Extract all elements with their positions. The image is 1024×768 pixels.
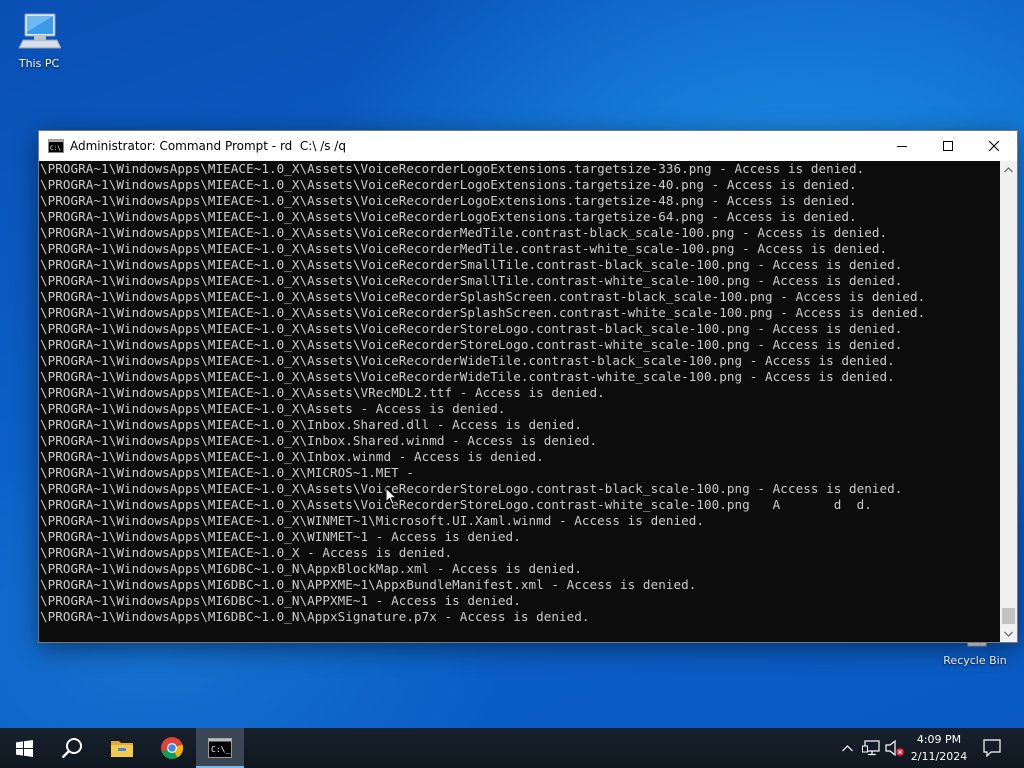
chrome-icon (161, 737, 184, 759)
console-line: \PROGRA~1\WindowsApps\MIEACE~1.0_X\WINME… (40, 529, 521, 544)
console-line: \PROGRA~1\WindowsApps\MIEACE~1.0_X\Asset… (40, 305, 926, 320)
desktop-icon-this-pc[interactable]: This PC (1, 10, 77, 70)
network-icon (862, 740, 880, 756)
minimize-icon (897, 146, 907, 147)
scroll-thumb[interactable] (1002, 608, 1015, 624)
chevron-down-icon (1004, 631, 1013, 637)
network-button[interactable] (860, 728, 882, 768)
command-prompt-taskbar-button[interactable]: C:\_ (196, 728, 244, 768)
taskbar: C:\_ 4:09 PM 2/11/2024 (0, 728, 1024, 768)
console-line: \PROGRA~1\WindowsApps\MIEACE~1.0_X\Asset… (40, 321, 903, 336)
console-line: \PROGRA~1\WindowsApps\MIEACE~1.0_X\Asset… (40, 177, 857, 192)
minimize-button[interactable] (879, 131, 925, 161)
search-icon (61, 738, 82, 759)
desktop-icon-label: Recycle Bin (943, 654, 1007, 667)
chevron-up-icon (841, 744, 853, 751)
console-line: \PROGRA~1\WindowsApps\MIEACE~1.0_X\Asset… (40, 369, 895, 384)
console-line: \PROGRA~1\WindowsApps\MIEACE~1.0_X\Asset… (40, 481, 903, 496)
console-line: \PROGRA~1\WindowsApps\MIEACE~1.0_X\WINME… (40, 513, 704, 528)
console-line: \PROGRA~1\WindowsApps\MIEACE~1.0_X\Asset… (40, 385, 605, 400)
search-button[interactable] (48, 728, 96, 768)
console-line: \PROGRA~1\WindowsApps\MIEACE~1.0_X\Asset… (40, 273, 903, 288)
close-icon (989, 141, 999, 151)
title-bar[interactable]: C:\ Administrator: Command Prompt - rd C… (39, 131, 1017, 161)
console-line: \PROGRA~1\WindowsApps\MIEACE~1.0_X\Asset… (40, 353, 895, 368)
console-line: \PROGRA~1\WindowsApps\MIEACE~1.0_X\Asset… (40, 209, 857, 224)
scroll-down-button[interactable] (1000, 625, 1017, 642)
console-line: \PROGRA~1\WindowsApps\MI6DBC~1.0_N\APPXM… (40, 593, 521, 608)
system-clock[interactable]: 4:09 PM 2/11/2024 (908, 731, 970, 765)
scroll-up-button[interactable] (1000, 161, 1017, 178)
this-pc-icon (18, 13, 61, 49)
command-prompt-icon: C:\_ (208, 738, 232, 758)
maximize-button[interactable] (925, 131, 971, 161)
mouse-cursor-icon (385, 487, 397, 506)
console-line: \PROGRA~1\WindowsApps\MIEACE~1.0_X\Asset… (40, 193, 857, 208)
svg-text:C:\_: C:\_ (211, 745, 230, 754)
clock-time: 4:09 PM (916, 733, 962, 746)
maximize-icon (943, 141, 953, 151)
close-button[interactable] (971, 131, 1017, 161)
console-line: \PROGRA~1\WindowsApps\MIEACE~1.0_X\Asset… (40, 401, 506, 416)
show-hidden-icons-button[interactable] (838, 728, 856, 768)
action-center-button[interactable] (978, 728, 1006, 768)
console-line: \PROGRA~1\WindowsApps\MIEACE~1.0_X\Inbox… (40, 417, 582, 432)
svg-text:C:\: C:\ (50, 145, 61, 152)
volume-button[interactable] (884, 728, 906, 768)
console-line: \PROGRA~1\WindowsApps\MIEACE~1.0_X\Asset… (40, 225, 888, 240)
console-line: \PROGRA~1\WindowsApps\MIEACE~1.0_X\Asset… (40, 497, 872, 512)
volume-muted-icon (885, 740, 904, 756)
console-line: \PROGRA~1\WindowsApps\MIEACE~1.0_X\Asset… (40, 257, 903, 272)
console-line: \PROGRA~1\WindowsApps\MI6DBC~1.0_N\AppxS… (40, 609, 590, 624)
desktop-icon-label: This PC (18, 57, 60, 70)
command-prompt-window[interactable]: C:\ Administrator: Command Prompt - rd C… (38, 130, 1018, 643)
console-line: \PROGRA~1\WindowsApps\MIEACE~1.0_X\MICRO… (40, 465, 414, 480)
console-line: \PROGRA~1\WindowsApps\MIEACE~1.0_X\Asset… (40, 161, 865, 176)
console-line: \PROGRA~1\WindowsApps\MIEACE~1.0_X\Asset… (40, 289, 926, 304)
console-output[interactable]: \PROGRA~1\WindowsApps\MIEACE~1.0_X\Asset… (39, 161, 999, 642)
clock-date: 2/11/2024 (910, 750, 968, 763)
vertical-scrollbar[interactable] (1000, 161, 1017, 642)
console-line: \PROGRA~1\WindowsApps\MIEACE~1.0_X\Inbox… (40, 449, 544, 464)
notification-icon (983, 739, 1001, 757)
start-icon (15, 739, 33, 757)
file-explorer-icon (111, 741, 133, 757)
console-line: \PROGRA~1\WindowsApps\MI6DBC~1.0_N\AppxB… (40, 561, 582, 576)
show-desktop-button[interactable] (1019, 728, 1024, 768)
console-line: \PROGRA~1\WindowsApps\MIEACE~1.0_X - Acc… (40, 545, 453, 560)
start-button[interactable] (0, 728, 48, 768)
console-line: \PROGRA~1\WindowsApps\MIEACE~1.0_X\Inbox… (40, 433, 598, 448)
chevron-up-icon (1004, 166, 1013, 172)
console-line: \PROGRA~1\WindowsApps\MIEACE~1.0_X\Asset… (40, 241, 888, 256)
console-line: \PROGRA~1\WindowsApps\MIEACE~1.0_X\Asset… (40, 337, 903, 352)
file-explorer-button[interactable] (98, 728, 146, 768)
cmd-icon: C:\ (48, 139, 64, 153)
console-line: \PROGRA~1\WindowsApps\MI6DBC~1.0_N\APPXM… (40, 577, 697, 592)
chrome-button[interactable] (148, 728, 196, 768)
window-title: Administrator: Command Prompt - rd C:\ /… (70, 139, 346, 153)
